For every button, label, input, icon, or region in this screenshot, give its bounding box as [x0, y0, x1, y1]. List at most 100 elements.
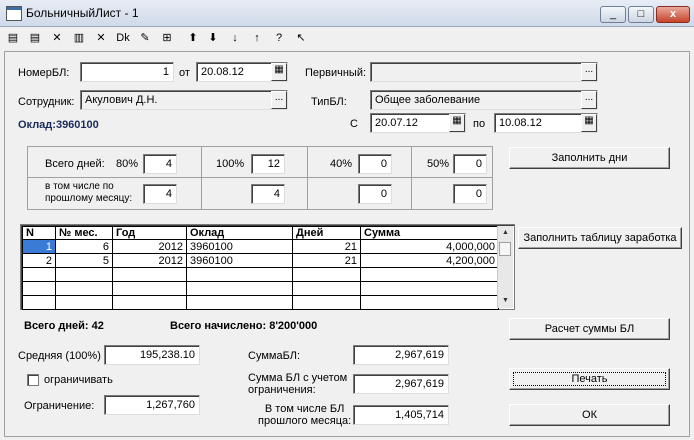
avg-input[interactable]: 195,238.10: [104, 345, 200, 365]
scroll-up-icon[interactable]: ▲: [498, 226, 513, 240]
close-button[interactable]: x: [656, 6, 690, 23]
table-cell[interactable]: 6: [55, 239, 113, 254]
table-cell[interactable]: [360, 267, 499, 282]
scroll-down-icon[interactable]: ▼: [498, 294, 513, 308]
new-icon[interactable]: ▤: [4, 29, 22, 47]
limit-checkbox[interactable]: [27, 374, 39, 386]
table-row[interactable]: [22, 295, 499, 310]
table-cell[interactable]: 4,000,000: [360, 239, 499, 254]
table-cell[interactable]: [186, 281, 293, 296]
table-row[interactable]: [22, 267, 499, 282]
po-label: по: [473, 118, 486, 130]
grid-icon[interactable]: ⊞: [158, 29, 176, 47]
pervichny-input[interactable]: ...: [370, 62, 598, 82]
table-row[interactable]: [22, 281, 499, 296]
nomer-input[interactable]: 1: [80, 62, 174, 82]
table-cell[interactable]: 4,200,000: [360, 253, 499, 268]
table-cell[interactable]: 3960100: [186, 239, 293, 254]
table-cell[interactable]: [112, 267, 187, 282]
pointer-help-icon[interactable]: ↖: [292, 29, 310, 47]
app-icon: [6, 6, 22, 21]
prev-50-input[interactable]: 0: [453, 184, 487, 204]
table-scrollbar[interactable]: ▲ ▼: [497, 226, 513, 308]
table-cell[interactable]: [186, 295, 293, 310]
p40-label: 40%: [330, 158, 353, 170]
prev-80-input[interactable]: 4: [143, 184, 177, 204]
dk-icon[interactable]: Dk: [114, 29, 132, 47]
delete-icon[interactable]: ✕: [92, 29, 110, 47]
limit-input[interactable]: 1,267,760: [104, 395, 200, 415]
maximize-button[interactable]: □: [628, 6, 654, 23]
add-row-icon[interactable]: ▤: [26, 29, 44, 47]
table-cell[interactable]: [292, 267, 361, 282]
table-cell[interactable]: 1: [22, 239, 56, 254]
delete-row-icon[interactable]: ✕: [48, 29, 66, 47]
scroll-thumb[interactable]: [499, 242, 511, 256]
prev-40-input[interactable]: 0: [358, 184, 392, 204]
table-cell[interactable]: 3960100: [186, 253, 293, 268]
table-cell[interactable]: 2: [22, 253, 56, 268]
prev-100-input[interactable]: 4: [251, 184, 285, 204]
tipbl-input[interactable]: Общее заболевание ...: [370, 90, 598, 110]
tipbl-ellipsis-button[interactable]: ...: [581, 91, 597, 109]
column-header[interactable]: N: [22, 226, 56, 240]
table-cell[interactable]: [292, 281, 361, 296]
days-80-input[interactable]: 4: [143, 154, 177, 174]
print-button[interactable]: Печать: [509, 368, 670, 390]
column-header[interactable]: Дней: [292, 226, 361, 240]
column-header[interactable]: Оклад: [186, 226, 293, 240]
calc-sum-button[interactable]: Расчет суммы БЛ: [509, 318, 670, 340]
days-100-input[interactable]: 12: [251, 154, 285, 174]
table-cell[interactable]: [360, 295, 499, 310]
table-cell[interactable]: 21: [292, 239, 361, 254]
sort-desc-icon[interactable]: ↑: [248, 29, 266, 47]
table-cell[interactable]: [112, 281, 187, 296]
table-row[interactable]: 2 5 2012 3960100 21 4,200,000: [22, 253, 499, 268]
calendar-icon[interactable]: ▦: [581, 114, 597, 132]
sum-input[interactable]: 2,967,619: [353, 345, 449, 365]
table-cell[interactable]: [55, 267, 113, 282]
sotrudnik-ellipsis-button[interactable]: ...: [271, 91, 287, 109]
window-title: БольничныйЛист - 1: [26, 6, 139, 20]
table-cell[interactable]: 5: [55, 253, 113, 268]
s-date-input[interactable]: 20.07.12 ▦: [370, 113, 466, 133]
fill-table-button[interactable]: Заполнить таблицу заработка: [518, 227, 682, 249]
calendar-icon[interactable]: ▦: [271, 63, 287, 81]
table-row[interactable]: 1 6 2012 3960100 21 4,000,000: [22, 239, 499, 254]
column-header[interactable]: № мес.: [55, 226, 113, 240]
minimize-button[interactable]: _: [600, 6, 626, 23]
earnings-table[interactable]: N № мес. Год Оклад Дней Сумма 1 6 2012 3960100 21…: [20, 224, 515, 310]
column-header[interactable]: Сумма: [360, 226, 499, 240]
table-cell[interactable]: [22, 281, 56, 296]
table-cell[interactable]: [22, 267, 56, 282]
table-cell[interactable]: [292, 295, 361, 310]
sum-limit-input[interactable]: 2,967,619: [353, 374, 449, 394]
ok-button[interactable]: ОК: [509, 404, 670, 426]
po-date-input[interactable]: 10.08.12 ▦: [494, 113, 598, 133]
copy-icon[interactable]: ▥: [70, 29, 88, 47]
table-cell[interactable]: 2012: [112, 253, 187, 268]
table-cell[interactable]: [22, 295, 56, 310]
days-50-input[interactable]: 0: [453, 154, 487, 174]
total-days-label: Всего дней:: [45, 158, 105, 170]
table-cell[interactable]: 21: [292, 253, 361, 268]
table-cell[interactable]: [55, 295, 113, 310]
prev-month-sum-input[interactable]: 1,405,714: [353, 405, 449, 425]
arrow-up-icon[interactable]: ⬆: [184, 29, 202, 47]
sort-asc-icon[interactable]: ↓: [226, 29, 244, 47]
edit-icon[interactable]: ✎: [136, 29, 154, 47]
days-40-input[interactable]: 0: [358, 154, 392, 174]
table-cell[interactable]: [360, 281, 499, 296]
column-header[interactable]: Год: [112, 226, 187, 240]
pervichny-ellipsis-button[interactable]: ...: [581, 63, 597, 81]
fill-days-button[interactable]: Заполнить дни: [509, 147, 670, 169]
ot-date-input[interactable]: 20.08.12 ▦: [196, 62, 288, 82]
table-cell[interactable]: [55, 281, 113, 296]
sotrudnik-input[interactable]: Акулович Д.Н. ...: [80, 90, 288, 110]
table-cell[interactable]: 2012: [112, 239, 187, 254]
table-cell[interactable]: [186, 267, 293, 282]
help-icon[interactable]: ?: [270, 29, 288, 47]
calendar-icon[interactable]: ▦: [449, 114, 465, 132]
table-cell[interactable]: [112, 295, 187, 310]
arrow-down-icon[interactable]: ⬇: [204, 29, 222, 47]
